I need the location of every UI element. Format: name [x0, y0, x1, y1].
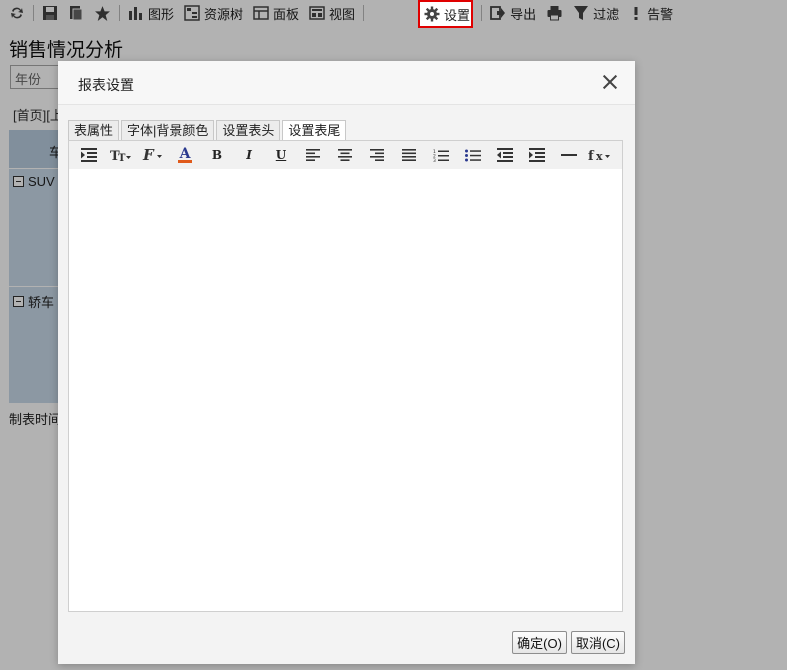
font-size-icon[interactable]: TT: [105, 143, 137, 167]
cancel-button[interactable]: 取消(C): [570, 631, 625, 654]
toolbar-settings-label: 设置: [444, 7, 471, 23]
dialog-footer: 确定(O) 取消(C): [508, 631, 625, 654]
svg-text:f: f: [588, 149, 595, 162]
align-justify-icon[interactable]: [393, 143, 425, 167]
dialog-header: 报表设置: [58, 61, 635, 105]
tab-font-background[interactable]: 字体|背景颜色: [121, 120, 215, 140]
svg-text:x: x: [596, 150, 603, 162]
tab-table-properties[interactable]: 表属性: [68, 120, 120, 140]
font-color-icon[interactable]: A: [169, 143, 201, 167]
editor-content-area[interactable]: [69, 169, 622, 611]
outdent-icon[interactable]: [489, 143, 521, 167]
svg-text:A: A: [179, 146, 192, 162]
align-right-icon[interactable]: [361, 143, 393, 167]
dialog-title: 报表设置: [78, 77, 134, 93]
tab-header-settings[interactable]: 设置表头: [216, 120, 281, 140]
svg-text:3: 3: [433, 158, 436, 162]
font-family-icon[interactable]: F: [137, 143, 169, 167]
indent-more-icon[interactable]: [521, 143, 553, 167]
dialog-tabs: 表属性 字体|背景颜色 设置表头 设置表尾: [68, 120, 348, 141]
unordered-list-icon[interactable]: [457, 143, 489, 167]
ordered-list-icon[interactable]: 123: [425, 143, 457, 167]
italic-icon[interactable]: I: [233, 143, 265, 167]
report-settings-dialog: 报表设置 表属性 字体|背景颜色 设置表头 设置表尾 TT F A B I U: [58, 61, 635, 664]
editor-toolbar: TT F A B I U 123 f x: [69, 141, 622, 169]
svg-text:F: F: [142, 147, 155, 163]
gear-icon: [424, 6, 440, 22]
underline-icon[interactable]: U: [265, 143, 297, 167]
confirm-button[interactable]: 确定(O): [512, 631, 567, 654]
close-icon[interactable]: [601, 73, 619, 91]
tab-footer-settings[interactable]: 设置表尾: [282, 120, 347, 141]
toolbar-settings-button[interactable]: 设置: [418, 0, 473, 28]
align-center-icon[interactable]: [329, 143, 361, 167]
align-left-icon[interactable]: [297, 143, 329, 167]
svg-text:T: T: [118, 153, 126, 162]
indent-icon[interactable]: [73, 143, 105, 167]
rich-text-editor: TT F A B I U 123 f x: [68, 140, 623, 612]
bold-icon[interactable]: B: [201, 143, 233, 167]
formula-icon[interactable]: fx: [585, 143, 617, 167]
horizontal-rule-icon[interactable]: [553, 143, 585, 167]
